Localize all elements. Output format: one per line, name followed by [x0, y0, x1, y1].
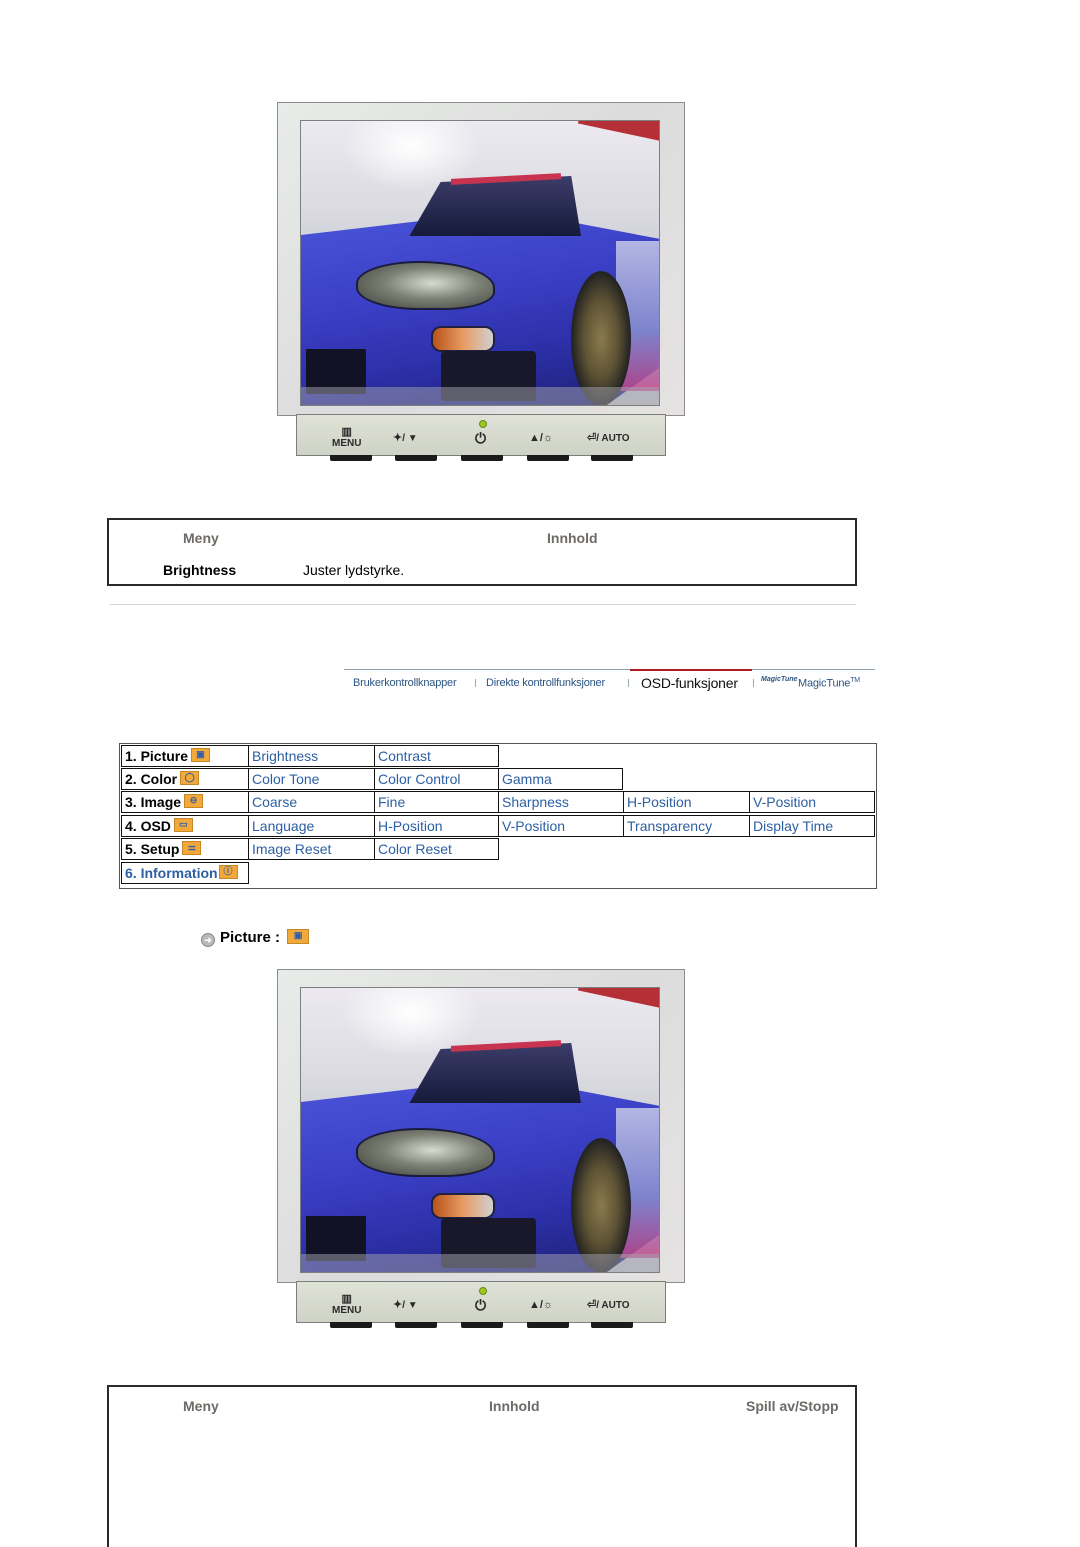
magicbright-down-button[interactable]: ✦ / ▼ [393, 427, 418, 449]
power-icon: ⏻ [475, 1296, 487, 1313]
nav-tabs: Brukerkontrollknapper Direkte kontrollfu… [344, 669, 875, 699]
osd-icon: ▭ [173, 818, 193, 833]
menu-osd[interactable]: 4. OSD ▭ [121, 815, 249, 837]
power-button[interactable]: ⏻ [475, 427, 486, 449]
item-color-reset[interactable]: Color Reset [374, 838, 499, 860]
menu-image[interactable]: 3. Image ⊖ [121, 791, 249, 813]
tab-osd-funksjoner[interactable]: OSD-funksjoner [641, 675, 738, 691]
auto-label: / AUTO [596, 1299, 630, 1311]
row-name: Brightness [163, 562, 237, 578]
magictune-label: MagicTune [798, 677, 851, 690]
item-language[interactable]: Language [248, 815, 375, 837]
enter-auto-button[interactable]: ⏎ / AUTO [587, 427, 630, 449]
enter-icon: ⏎ [587, 431, 597, 444]
up-brightness-button[interactable]: ▲/☼ [529, 427, 553, 449]
menu-label: 3. Image [125, 794, 182, 810]
information-icon: ⓘ [218, 865, 238, 880]
item-sharpness[interactable]: Sharpness [498, 791, 624, 813]
menu-setup[interactable]: 5. Setup ⚌ [121, 838, 249, 860]
header-play-stop: Spill av/Stopp [746, 1398, 839, 1414]
menu-icon: ▥ [341, 426, 352, 438]
menu-information[interactable]: 6. Information ⓘ [121, 862, 249, 884]
magicbright-down-label: / ▼ [402, 432, 418, 444]
item-display-time[interactable]: Display Time [749, 815, 875, 837]
menu-picture[interactable]: 1. Picture ▣ [121, 745, 249, 767]
monitor-illustration-2: ▥ MENU ✦ / ▼ ⏻ ▲/☼ ⏎ / AUTO [277, 969, 687, 1334]
monitor-illustration-1: ▥ MENU ✦ / ▼ ⏻ ▲/☼ ⏎ / AUTO [277, 102, 687, 467]
up-brightness-icon: ▲/☼ [529, 431, 554, 444]
section-divider [110, 604, 856, 605]
monitor-screen-car-image [300, 987, 660, 1273]
setup-icon: ⚌ [182, 841, 202, 856]
item-fine[interactable]: Fine [374, 791, 499, 813]
tab-magictune[interactable]: MagicTuneTM [798, 677, 860, 690]
item-coarse[interactable]: Coarse [248, 791, 375, 813]
magicbright-icon: ✦ [393, 1298, 403, 1311]
menu-button[interactable]: ▥ MENU [332, 426, 362, 450]
item-color-control[interactable]: Color Control [374, 768, 499, 790]
row-desc: Juster lydstyrke. [303, 562, 405, 578]
header-content: Innhold [489, 1398, 540, 1414]
item-brightness[interactable]: Brightness [248, 745, 375, 767]
header-menu: Meny [183, 1398, 219, 1414]
menu-label: 5. Setup [125, 841, 180, 857]
menu-icon: ▥ [341, 1293, 352, 1305]
magictune-logo-icon: MagicTune [761, 676, 798, 683]
tab-direkte-kontrollfunksjoner[interactable]: Direkte kontrollfunksjoner [486, 677, 605, 689]
up-brightness-icon: ▲/☼ [529, 1298, 554, 1311]
image-icon: ⊖ [184, 794, 204, 809]
item-image-v-position[interactable]: V-Position [749, 791, 875, 813]
magicbright-down-label: / ▼ [402, 1299, 418, 1311]
enter-icon: ⏎ [587, 1298, 597, 1311]
section-title-picture: ➜ Picture : ▣ [201, 928, 310, 947]
power-icon: ⏻ [475, 429, 487, 446]
arrow-circle-icon: ➜ [201, 933, 215, 947]
picture-icon: ▣ [191, 748, 211, 763]
item-contrast[interactable]: Contrast [374, 745, 499, 767]
item-gamma[interactable]: Gamma [498, 768, 623, 790]
item-osd-h-position[interactable]: H-Position [374, 815, 499, 837]
monitor-keys [310, 1322, 650, 1328]
header-content: Innhold [547, 530, 598, 546]
osd-menu-grid: 1. Picture ▣ Brightness Contrast 2. Color… [119, 743, 877, 889]
color-icon: ◯ [180, 771, 200, 786]
section-title-text: Picture : [220, 929, 281, 946]
picture-icon: ▣ [287, 928, 310, 944]
tab-brukerkontrollknapper[interactable]: Brukerkontrollknapper [353, 677, 457, 689]
monitor-keys [310, 455, 650, 461]
menu-button[interactable]: ▥ MENU [332, 1293, 362, 1317]
active-tab-indicator [630, 669, 752, 671]
item-image-h-position[interactable]: H-Position [623, 791, 750, 813]
monitor-screen-car-image [300, 120, 660, 406]
item-osd-v-position[interactable]: V-Position [498, 815, 624, 837]
magicbright-icon: ✦ [393, 431, 403, 444]
brightness-info-table: Meny Innhold Brightness Juster lydstyrke… [107, 518, 857, 586]
monitor-control-panel: ▥ MENU ✦ / ▼ ⏻ ▲/☼ ⏎ / AUTO [296, 414, 666, 456]
enter-auto-button[interactable]: ⏎ / AUTO [587, 1294, 630, 1316]
header-menu: Meny [183, 530, 219, 546]
menu-label: 2. Color [125, 771, 178, 787]
picture-info-table: Meny Innhold Spill av/Stopp [107, 1385, 857, 1547]
menu-label: 1. Picture [125, 748, 189, 764]
monitor-control-panel: ▥ MENU ✦ / ▼ ⏻ ▲/☼ ⏎ / AUTO [296, 1281, 666, 1323]
menu-label: 4. OSD [125, 818, 171, 834]
item-image-reset[interactable]: Image Reset [248, 838, 375, 860]
menu-color[interactable]: 2. Color ◯ [121, 768, 249, 790]
up-brightness-button[interactable]: ▲/☼ [529, 1294, 553, 1316]
menu-label: MENU [332, 438, 362, 449]
menu-label: 6. Information [125, 865, 218, 881]
auto-label: / AUTO [596, 432, 630, 444]
item-color-tone[interactable]: Color Tone [248, 768, 375, 790]
menu-label: MENU [332, 1305, 362, 1316]
tm-mark: TM [850, 677, 860, 684]
magicbright-down-button[interactable]: ✦ / ▼ [393, 1294, 418, 1316]
item-transparency[interactable]: Transparency [623, 815, 750, 837]
power-button[interactable]: ⏻ [475, 1294, 486, 1316]
